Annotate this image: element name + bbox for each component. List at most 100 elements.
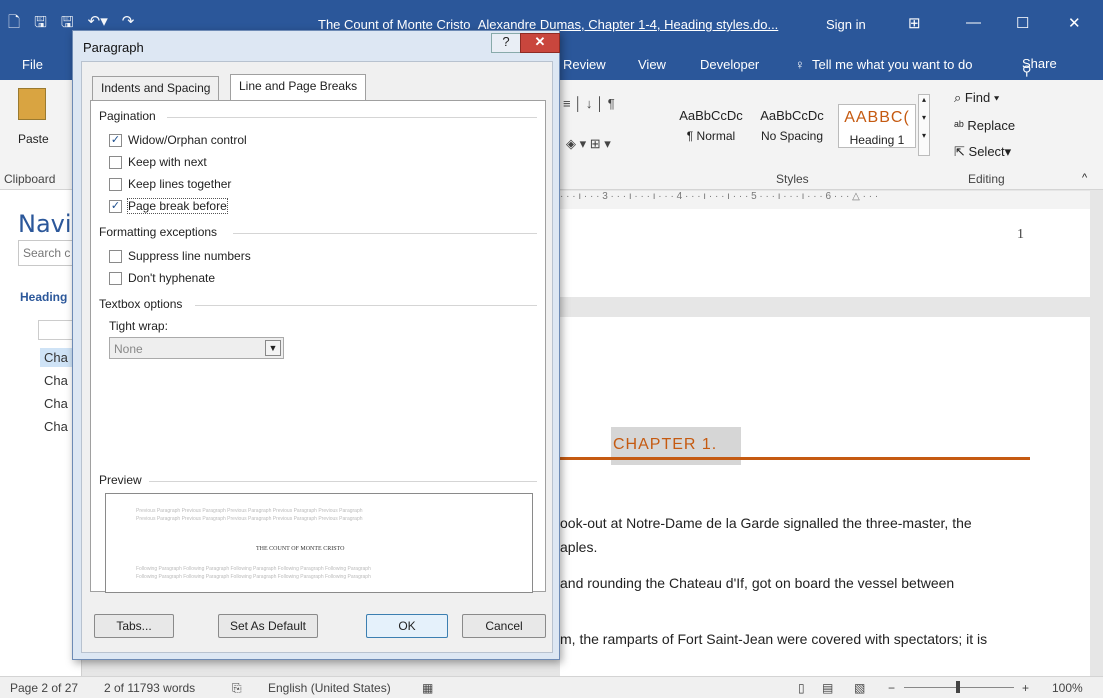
- language[interactable]: English (United States): [268, 681, 391, 695]
- preview-previous-text: Previous Paragraph Previous Paragraph Pr…: [136, 508, 363, 514]
- sign-in-link[interactable]: Sign in: [826, 17, 866, 32]
- nav-title: Navi: [18, 210, 72, 238]
- widow-orphan-checkbox[interactable]: ✓ Widow/Orphan control: [109, 133, 247, 147]
- doc-line[interactable]: and rounding the Chateau d'If, got on bo…: [560, 575, 954, 591]
- doc-icon[interactable]: 🗋: [8, 12, 20, 37]
- zoom-out-icon[interactable]: −: [888, 681, 895, 695]
- find-button[interactable]: ⌕ Find ▾: [954, 90, 999, 106]
- checkbox[interactable]: [109, 249, 122, 263]
- ok-button[interactable]: OK: [366, 614, 448, 638]
- dialog-body: Indents and Spacing Line and Page Breaks…: [81, 61, 553, 653]
- doc-line[interactable]: aples.: [560, 539, 597, 555]
- page-count[interactable]: Page 2 of 27: [10, 681, 78, 695]
- divider: [195, 305, 537, 306]
- pagination-heading: Pagination: [99, 109, 156, 123]
- replace-icon: ᵃᵇ: [954, 118, 964, 133]
- set-as-default-button[interactable]: Set As Default: [218, 614, 318, 638]
- styles-group-label: Styles: [776, 172, 809, 186]
- suppress-line-numbers-checkbox[interactable]: Suppress line numbers: [109, 249, 251, 263]
- collapse-ribbon-icon[interactable]: ^: [1082, 172, 1087, 184]
- preview-heading: Preview: [99, 473, 142, 487]
- preview-following-text: Following Paragraph Following Paragraph …: [136, 574, 371, 580]
- tell-me-box[interactable]: Tell me what you want to do: [812, 57, 972, 72]
- person-icon: ⚲: [1022, 63, 1032, 78]
- cancel-button[interactable]: Cancel: [462, 614, 546, 638]
- share-button[interactable]: ⚲ Share: [1018, 54, 1061, 78]
- preview-previous-text: Previous Paragraph Previous Paragraph Pr…: [136, 516, 363, 522]
- search-icon: ⌕: [954, 90, 962, 105]
- horizontal-ruler[interactable]: · · · ı · · · 3 · · · ı · · · ı · · · 4 …: [560, 191, 1090, 209]
- style-heading-1[interactable]: AABBC(Heading 1: [838, 104, 916, 148]
- tight-wrap-label: Tight wrap:: [109, 319, 168, 333]
- checkbox[interactable]: [109, 155, 122, 169]
- keep-with-next-checkbox[interactable]: Keep with next: [109, 155, 207, 169]
- page-1[interactable]: 1: [560, 209, 1090, 297]
- tight-wrap-select[interactable]: None ▼: [109, 337, 284, 359]
- zoom-in-icon[interactable]: +: [1022, 681, 1029, 695]
- nav-heading-item[interactable]: Cha: [40, 348, 72, 367]
- chevron-down-icon[interactable]: ▼: [265, 340, 281, 356]
- clipboard-group-label: Clipboard: [4, 172, 56, 186]
- page-break-before-checkbox[interactable]: ✓ Page break before: [109, 198, 228, 214]
- paste-button[interactable]: Paste: [18, 132, 49, 146]
- style-normal[interactable]: AaBbCcDc ¶ Normal: [672, 104, 750, 148]
- tab-review[interactable]: Review: [563, 57, 606, 72]
- dialog-title: Paragraph: [83, 40, 144, 55]
- styles-scroll[interactable]: ▴ ▾ ▾: [918, 94, 930, 156]
- preview-box: Previous Paragraph Previous Paragraph Pr…: [105, 493, 533, 593]
- checkbox[interactable]: [109, 177, 122, 191]
- dont-hyphenate-checkbox[interactable]: Don't hyphenate: [109, 271, 215, 285]
- nav-tab-headings[interactable]: Heading: [20, 290, 67, 304]
- help-button[interactable]: ?: [491, 33, 521, 53]
- minimize-button[interactable]: —: [966, 14, 981, 31]
- paragraph-tools[interactable]: ≡ │ ↓ │ ¶: [563, 96, 615, 111]
- paragraph-dialog: Paragraph ? ✕ Indents and Spacing Line a…: [72, 30, 560, 660]
- keep-lines-together-checkbox[interactable]: Keep lines together: [109, 177, 231, 191]
- divider: [233, 233, 537, 234]
- checkbox-checked[interactable]: ✓: [109, 133, 122, 147]
- heading-rule: [560, 457, 1030, 460]
- zoom-level[interactable]: 100%: [1052, 681, 1083, 695]
- tab-indents-spacing[interactable]: Indents and Spacing: [92, 76, 220, 100]
- macro-icon[interactable]: ▦: [422, 681, 433, 695]
- page-number: 1: [1017, 227, 1024, 242]
- nav-heading-item[interactable]: Cha: [44, 373, 68, 388]
- doc-line[interactable]: ook-out at Notre-Dame de la Garde signal…: [560, 515, 972, 531]
- preview-following-text: Following Paragraph Following Paragraph …: [136, 566, 371, 572]
- formatting-exceptions-heading: Formatting exceptions: [99, 225, 218, 239]
- tab-developer[interactable]: Developer: [700, 57, 759, 72]
- dialog-close-button[interactable]: ✕: [520, 33, 560, 53]
- lightbulb-icon: ♀: [795, 57, 805, 72]
- tab-panel: Pagination ✓ Widow/Orphan control Keep w…: [90, 100, 546, 593]
- read-mode-icon[interactable]: ▯: [798, 681, 805, 695]
- status-bar: Page 2 of 27 2 of 11793 words ⎘ English …: [0, 676, 1103, 698]
- web-layout-icon[interactable]: ▧: [854, 681, 865, 695]
- page-2[interactable]: CHAPTER 1. ook-out at Notre-Dame de la G…: [560, 317, 1090, 677]
- checkbox[interactable]: [109, 271, 122, 285]
- select-button[interactable]: ⇱ Select▾: [954, 144, 1011, 160]
- divider: [149, 481, 537, 482]
- checkbox-checked[interactable]: ✓: [109, 199, 122, 213]
- print-layout-icon[interactable]: ▤: [822, 681, 833, 695]
- preview-text: THE COUNT OF MONTE CRISTO: [256, 546, 345, 552]
- style-no-spacing[interactable]: AaBbCcDc No Spacing: [753, 104, 831, 148]
- tab-line-page-breaks[interactable]: Line and Page Breaks: [230, 74, 367, 101]
- zoom-thumb[interactable]: [956, 681, 960, 693]
- paste-icon[interactable]: [18, 88, 46, 120]
- tabs-button[interactable]: Tabs...: [94, 614, 174, 638]
- nav-heading-item[interactable]: Cha: [44, 396, 68, 411]
- tab-view[interactable]: View: [638, 57, 666, 72]
- replace-button[interactable]: ᵃᵇ Replace: [954, 118, 1015, 133]
- close-window-button[interactable]: ✕: [1068, 14, 1081, 32]
- nav-heading-item[interactable]: Cha: [44, 419, 68, 434]
- cursor-icon: ⇱: [954, 144, 965, 159]
- proofing-icon[interactable]: ⎘: [232, 681, 242, 696]
- word-count[interactable]: 2 of 11793 words: [104, 681, 195, 695]
- textbox-options-heading: Textbox options: [99, 297, 183, 311]
- save-icon[interactable]: 🖫: [34, 12, 47, 37]
- shading-border-tools[interactable]: ◈ ▾ ⊞ ▾: [566, 136, 611, 152]
- maximize-button[interactable]: ☐: [1016, 14, 1029, 32]
- doc-line[interactable]: m, the ramparts of Fort Saint-Jean were …: [560, 631, 987, 647]
- tab-file[interactable]: File: [22, 57, 43, 72]
- ribbon-display-icon[interactable]: ⊞: [908, 14, 921, 32]
